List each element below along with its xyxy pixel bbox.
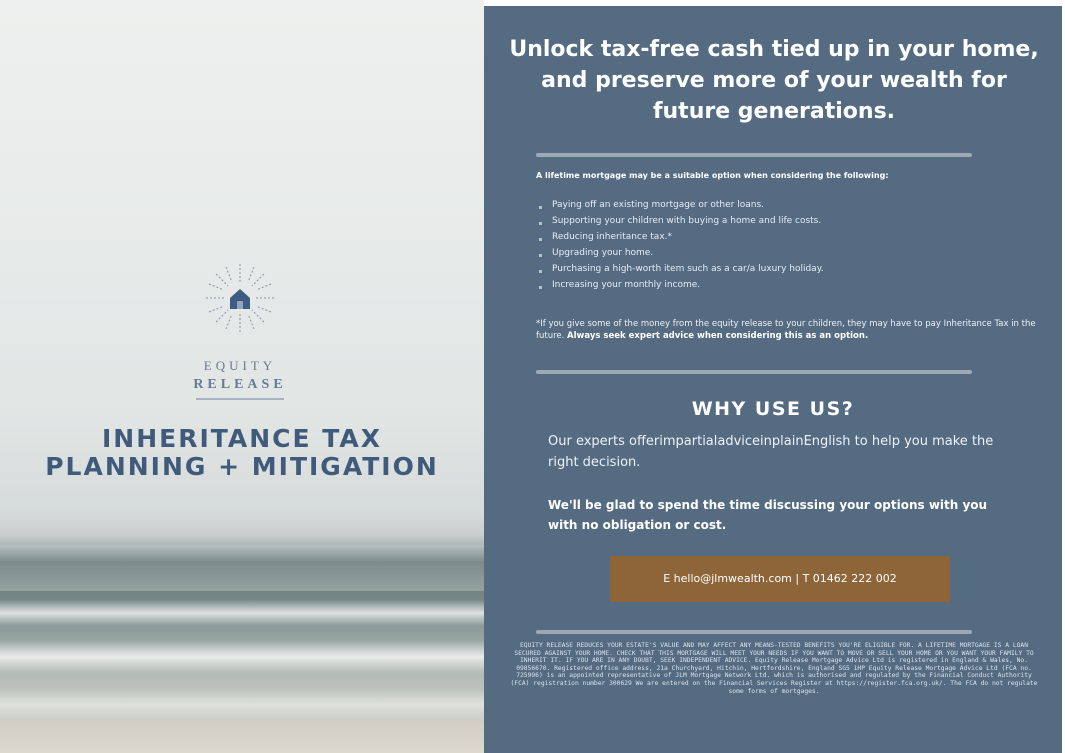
bullet-icon — [539, 238, 542, 241]
wave-foam — [0, 690, 484, 720]
flyer-page: EQUITY RELEASE INHERITANCE TAX PLANNING … — [0, 0, 1065, 753]
sea-horizon — [0, 545, 484, 561]
wave-foam — [0, 600, 484, 626]
list-item: Purchasing a high-worth item such as a c… — [536, 261, 1026, 277]
sea-water — [0, 561, 484, 591]
left-title-line1: INHERITANCE TAX — [101, 424, 383, 453]
logo-word-equity: EQUITY — [203, 358, 277, 373]
beach-sand — [0, 720, 484, 753]
divider — [536, 153, 972, 157]
bullet-icon — [539, 206, 542, 209]
list-item: Supporting your children with buying a h… — [536, 213, 1026, 229]
contact-button[interactable]: E hello@jlmwealth.com | T 01462 222 002 — [610, 556, 950, 602]
logo-word-release: RELEASE — [193, 377, 287, 392]
equity-release-logo: EQUITY RELEASE — [180, 262, 300, 412]
list-item: Paying off an existing mortgage or other… — [536, 197, 1026, 213]
list-item: Reducing inheritance tax.* — [536, 229, 1026, 245]
logo-underline — [196, 398, 284, 400]
right-info-panel: Unlock tax-free cash tied up in your hom… — [484, 6, 1062, 753]
disclaimer: EQUITY RELEASE REDUCES YOUR ESTATE'S VAL… — [510, 642, 1038, 695]
divider — [536, 630, 972, 634]
why-use-us-heading: WHY USE US? — [691, 398, 855, 420]
footnote-bold: Always seek expert advice when consideri… — [567, 331, 869, 341]
left-photo-panel: EQUITY RELEASE INHERITANCE TAX PLANNING … — [0, 0, 484, 753]
footnote: *If you give some of the money from the … — [536, 318, 1041, 342]
bullet-icon — [539, 222, 542, 225]
bullet-icon — [539, 286, 542, 289]
intro-text: A lifetime mortgage may be a suitable op… — [536, 171, 889, 180]
left-title: INHERITANCE TAX PLANNING + MITIGATION — [0, 425, 484, 481]
list-item: Increasing your monthly income. — [536, 277, 1026, 293]
sunburst-house-icon — [206, 264, 274, 332]
why-use-us-text: Our experts offerimpartialadviceinplainE… — [548, 434, 994, 470]
wave-foam — [0, 640, 484, 674]
bullet-icon — [539, 270, 542, 273]
why-use-us-bold: We'll be glad to spend the time discussi… — [548, 498, 988, 532]
left-title-line2: PLANNING + MITIGATION — [45, 452, 439, 481]
benefits-list: Paying off an existing mortgage or other… — [536, 197, 1026, 293]
list-item: Upgrading your home. — [536, 245, 1026, 261]
headline: Unlock tax-free cash tied up in your hom… — [509, 37, 1039, 124]
bullet-icon — [539, 254, 542, 257]
divider — [536, 370, 972, 374]
